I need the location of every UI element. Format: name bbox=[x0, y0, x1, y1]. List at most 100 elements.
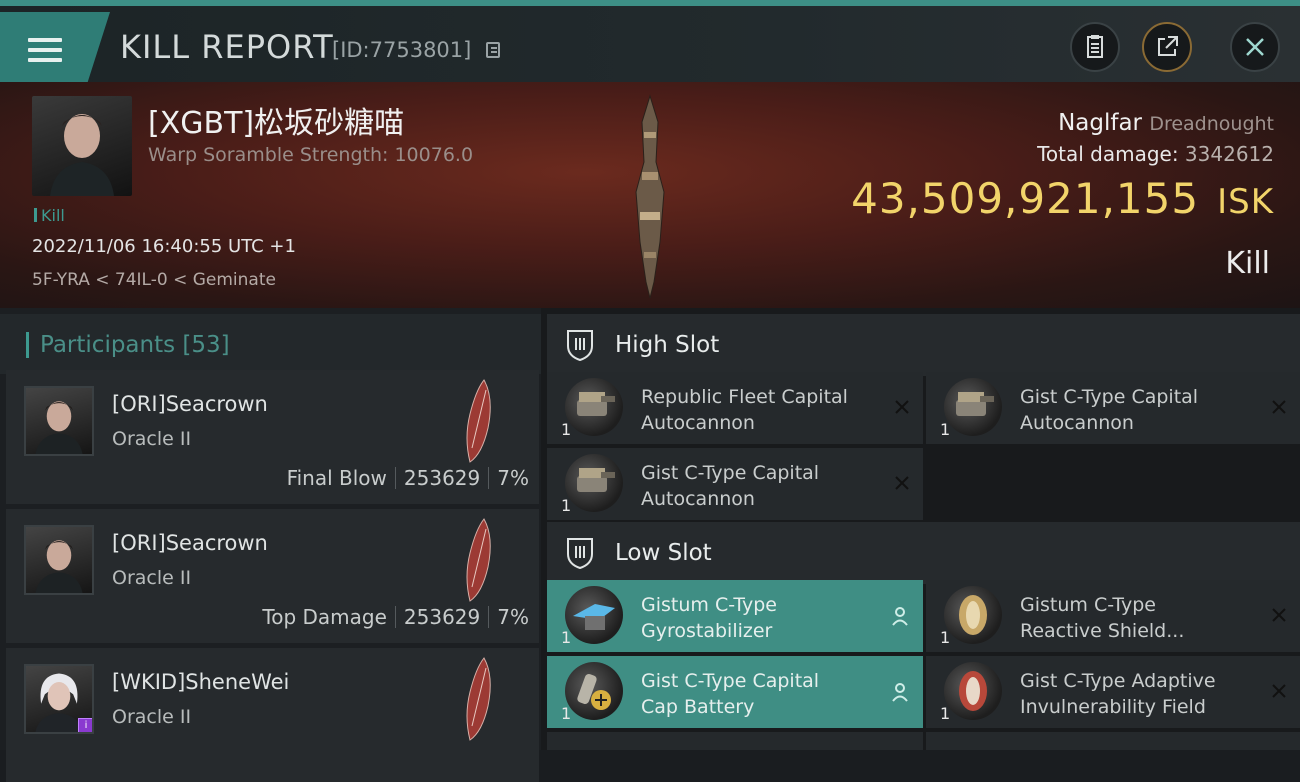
kill-result: Kill bbox=[1225, 246, 1270, 281]
report-id: [ID:7753801] bbox=[332, 38, 472, 62]
isk-unit: ISK bbox=[1217, 182, 1274, 222]
participant-ship: Oracle II bbox=[112, 428, 192, 450]
autocannon-icon bbox=[565, 454, 623, 512]
kill-location[interactable]: 5F-YRA < 74IL-0 < Geminate bbox=[32, 270, 276, 290]
module-item[interactable]: 1 Gistum C-Type Reactive Shield... bbox=[926, 580, 1300, 652]
high-slot-header: High Slot bbox=[547, 314, 1300, 376]
participant-role: Top Damage bbox=[262, 605, 387, 629]
module-name-line: Republic Fleet Capital bbox=[641, 386, 848, 408]
module-item[interactable]: 1 Gistum C-Type Gyrostabilizer bbox=[547, 580, 923, 652]
module-name-line: Invulnerability Field bbox=[1020, 696, 1206, 718]
module-name-line: Gyrostabilizer bbox=[641, 620, 773, 642]
module-name-line: Autocannon bbox=[1020, 412, 1134, 434]
participant-name: [ORI]Seacrown bbox=[112, 392, 268, 416]
oracle-ship-icon bbox=[466, 657, 491, 741]
module-quantity: 1 bbox=[561, 628, 572, 647]
module-name-line: Gist C-Type Capital bbox=[1020, 386, 1199, 408]
victim-ship-image[interactable] bbox=[620, 92, 680, 302]
fitting-panel: High Slot 1 Republic Fleet Capital Autoca… bbox=[541, 308, 1300, 750]
close-icon bbox=[1246, 38, 1264, 56]
module-name: Gist C-Type Capital Autocannon bbox=[1020, 384, 1260, 436]
clipboard-icon bbox=[1087, 35, 1103, 58]
module-item[interactable] bbox=[547, 732, 923, 750]
autocannon-icon bbox=[944, 378, 1002, 436]
participant-ship: Oracle II bbox=[112, 567, 192, 589]
module-quantity: 1 bbox=[561, 496, 572, 515]
victim-ship-name[interactable]: Naglfar Dreadnought bbox=[1058, 110, 1274, 136]
destroyed-x-icon bbox=[895, 476, 909, 490]
module-quantity: 1 bbox=[940, 704, 951, 723]
shield-slot-icon bbox=[567, 330, 593, 362]
module-quantity: 1 bbox=[940, 420, 951, 439]
share-icon bbox=[1158, 36, 1178, 56]
module-name-line: Autocannon bbox=[641, 412, 755, 434]
module-name-line: Reactive Shield... bbox=[1020, 620, 1185, 642]
module-item[interactable]: 1 Gist C-Type Adaptive Invulnerability Fi… bbox=[926, 656, 1300, 728]
module-name: Gistum C-Type Reactive Shield... bbox=[1020, 592, 1260, 644]
total-damage-value: 3342612 bbox=[1184, 142, 1274, 166]
module-name: Republic Fleet Capital Autocannon bbox=[641, 384, 881, 436]
participants-label: Participants [53] bbox=[40, 332, 230, 358]
status-badge: i bbox=[78, 718, 92, 732]
module-item[interactable]: 1 Gist C-Type Capital Autocannon bbox=[547, 448, 923, 520]
clipboard-button[interactable] bbox=[1070, 22, 1120, 72]
module-name-line: Gistum C-Type bbox=[641, 594, 777, 616]
high-slot-label: High Slot bbox=[615, 332, 720, 358]
avatar bbox=[24, 525, 94, 595]
destroyed-x-icon bbox=[1272, 400, 1286, 414]
participant-row[interactable]: [ORI]Seacrown Oracle II Top Damage 253629… bbox=[6, 509, 539, 643]
module-name-line: Gistum C-Type bbox=[1020, 594, 1156, 616]
participant-role: Final Blow bbox=[286, 466, 387, 490]
top-bar: KILL REPORT [ID:7753801] bbox=[0, 0, 1300, 88]
accent-bar bbox=[26, 332, 29, 358]
victim-portrait[interactable] bbox=[32, 96, 132, 196]
module-name-line: Gist C-Type Capital bbox=[641, 462, 820, 484]
module-quantity: 1 bbox=[940, 628, 951, 647]
module-quantity: 1 bbox=[561, 420, 572, 439]
module-name: Gist C-Type Capital Cap Battery bbox=[641, 668, 881, 720]
kill-datetime: 2022/11/06 16:40:55 UTC +1 bbox=[32, 236, 296, 257]
ship-name-text: Naglfar bbox=[1058, 110, 1142, 136]
module-item[interactable]: 1 Gist C-Type Capital Autocannon bbox=[926, 372, 1300, 444]
module-name: Gistum C-Type Gyrostabilizer bbox=[641, 592, 881, 644]
module-name: Gist C-Type Capital Autocannon bbox=[641, 460, 881, 512]
isk-value: 43,509,921,155 ISK bbox=[851, 174, 1274, 223]
participant-row[interactable]: i [WKID]SheneWei Oracle II bbox=[6, 648, 539, 782]
oracle-ship-icon bbox=[466, 379, 491, 463]
module-name-line: Autocannon bbox=[641, 488, 755, 510]
total-damage-label: Total damage: bbox=[1037, 142, 1179, 166]
kill-tag: Kill bbox=[34, 206, 65, 225]
participants-label-text: Participants bbox=[40, 332, 176, 358]
share-button[interactable] bbox=[1142, 22, 1192, 72]
close-button[interactable] bbox=[1230, 22, 1280, 72]
autocannon-icon bbox=[565, 378, 623, 436]
oracle-ship-icon bbox=[466, 518, 491, 602]
isk-amount: 43,509,921,155 bbox=[851, 174, 1200, 223]
copy-id-icon[interactable] bbox=[486, 42, 500, 58]
invulnerability-field-icon bbox=[944, 662, 1002, 720]
menu-button[interactable] bbox=[0, 12, 110, 88]
victim-name[interactable]: [XGBT]松坂砂糖喵 bbox=[148, 98, 404, 142]
participant-percent: 7% bbox=[497, 466, 529, 490]
destroyed-x-icon bbox=[895, 400, 909, 414]
total-damage: Total damage: 3342612 bbox=[1037, 142, 1274, 166]
low-slot-label: Low Slot bbox=[615, 540, 712, 566]
participant-damage: 253629 bbox=[403, 605, 481, 629]
participants-header[interactable]: Participants [53] bbox=[0, 314, 541, 374]
victim-header: [XGBT]松坂砂糖喵 Warp Soramble Strength: 1007… bbox=[0, 82, 1300, 308]
ship-class-text: Dreadnought bbox=[1149, 113, 1274, 135]
avatar: i bbox=[24, 664, 94, 734]
participant-name: [WKID]SheneWei bbox=[112, 670, 290, 694]
gyrostabilizer-icon bbox=[565, 586, 623, 644]
module-item[interactable]: 1 Gist C-Type Capital Cap Battery bbox=[547, 656, 923, 728]
module-item[interactable]: 1 Republic Fleet Capital Autocannon bbox=[547, 372, 923, 444]
page-title: KILL REPORT bbox=[120, 28, 334, 66]
shield-slot-icon bbox=[567, 538, 593, 570]
participant-row[interactable]: [ORI]Seacrown Oracle II Final Blow 253629… bbox=[6, 370, 539, 504]
dropped-person-icon bbox=[892, 683, 908, 702]
module-item[interactable] bbox=[926, 732, 1300, 750]
module-quantity: 1 bbox=[561, 704, 572, 723]
module-name-line: Cap Battery bbox=[641, 696, 755, 718]
destroyed-x-icon bbox=[1272, 684, 1286, 698]
destroyed-x-icon bbox=[1272, 608, 1286, 622]
